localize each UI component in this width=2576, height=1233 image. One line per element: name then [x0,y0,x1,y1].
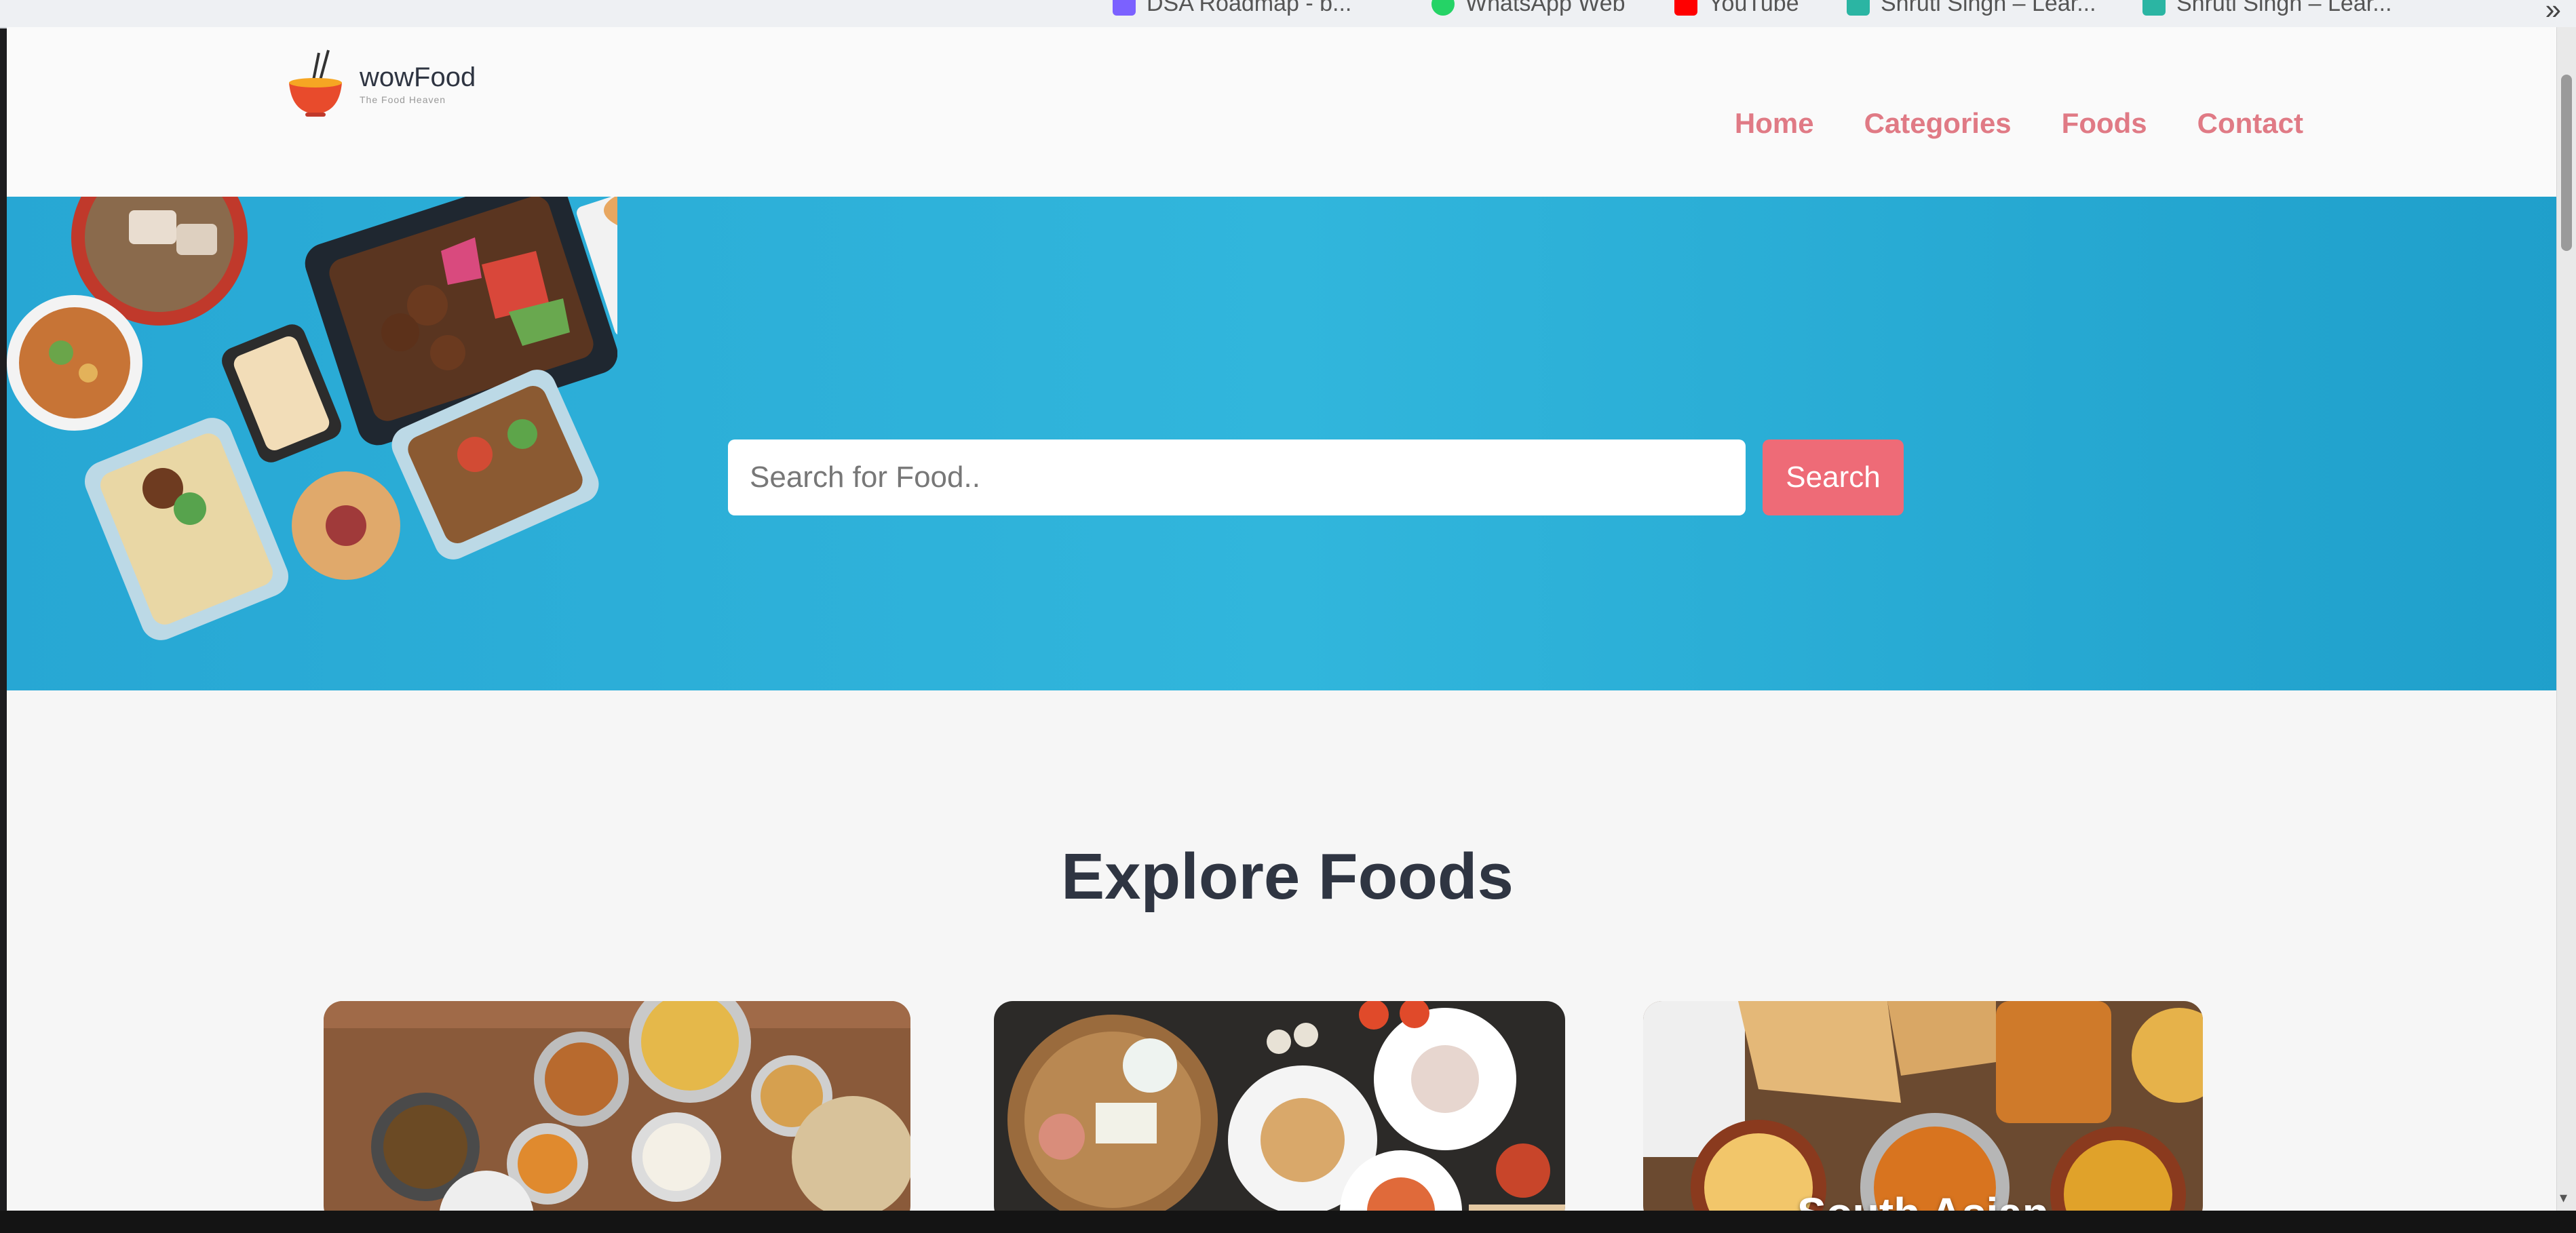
bookmarks-bar: DSA Roadmap - b... WhatsApp Web YouTube … [0,0,2576,28]
bookmark-label: Shruti Singh – Lear... [2176,0,2392,16]
brand-name: wowFood [360,62,476,92]
food-category-card[interactable] [324,1001,910,1211]
hero-search-section: Search [7,197,2568,690]
food-category-card[interactable]: South Asian [1643,1001,2203,1211]
nav-categories[interactable]: Categories [1864,107,2012,140]
bookmark-site-icon [2142,0,2166,16]
bookmark-site-icon [1847,0,1870,16]
explore-foods-section: Explore Foods [7,690,2568,1211]
bookmark-label: WhatsApp Web [1465,0,1626,16]
youtube-icon [1674,0,1697,16]
logo[interactable]: wowFood The Food Heaven [285,47,476,122]
brand-tagline: The Food Heaven [360,94,446,105]
site-header: wowFood The Food Heaven Home Categories … [7,27,2568,197]
indian-thali-image [324,1001,910,1211]
whatsapp-icon [1431,0,1455,16]
nav-home[interactable]: Home [1735,107,1814,140]
section-title: Explore Foods [1061,840,1514,913]
bowl-logo-icon [289,50,342,117]
screen-bezel [0,1211,2576,1233]
bookmark-item[interactable]: WhatsApp Web [1431,0,1626,17]
roadmap-icon [1113,0,1136,16]
bookmarks-overflow-button[interactable]: » [2545,0,2561,26]
bookmark-item[interactable]: YouTube [1674,0,1799,17]
nav-foods[interactable]: Foods [2062,107,2147,140]
card-label: South Asian [1643,1188,2203,1211]
page-viewport: wowFood The Food Heaven Home Categories … [7,27,2568,1211]
food-boxes-image [7,197,617,640]
bookmark-label: DSA Roadmap - b... [1147,0,1352,16]
food-category-card[interactable] [994,1001,1565,1211]
vertical-scrollbar[interactable]: ▾ [2556,27,2576,1211]
search-button[interactable]: Search [1763,439,1904,515]
bookmark-label: Shruti Singh – Lear... [1881,0,2096,16]
nav-contact[interactable]: Contact [2197,107,2303,140]
south-asian-image [1643,1001,2203,1211]
bookmark-item[interactable]: Shruti Singh – Lear... [2142,0,2392,17]
search-input[interactable] [728,439,1746,515]
scrollbar-thumb[interactable] [2561,75,2572,251]
bookmark-item[interactable]: Shruti Singh – Lear... [1847,0,2096,17]
main-nav: Home Categories Foods Contact [1735,107,2303,140]
platter-image [994,1001,1565,1211]
scroll-down-arrow-icon[interactable]: ▾ [2560,1189,2567,1207]
bookmark-item[interactable]: DSA Roadmap - b... [1113,0,1351,17]
bookmark-label: YouTube [1708,0,1799,16]
